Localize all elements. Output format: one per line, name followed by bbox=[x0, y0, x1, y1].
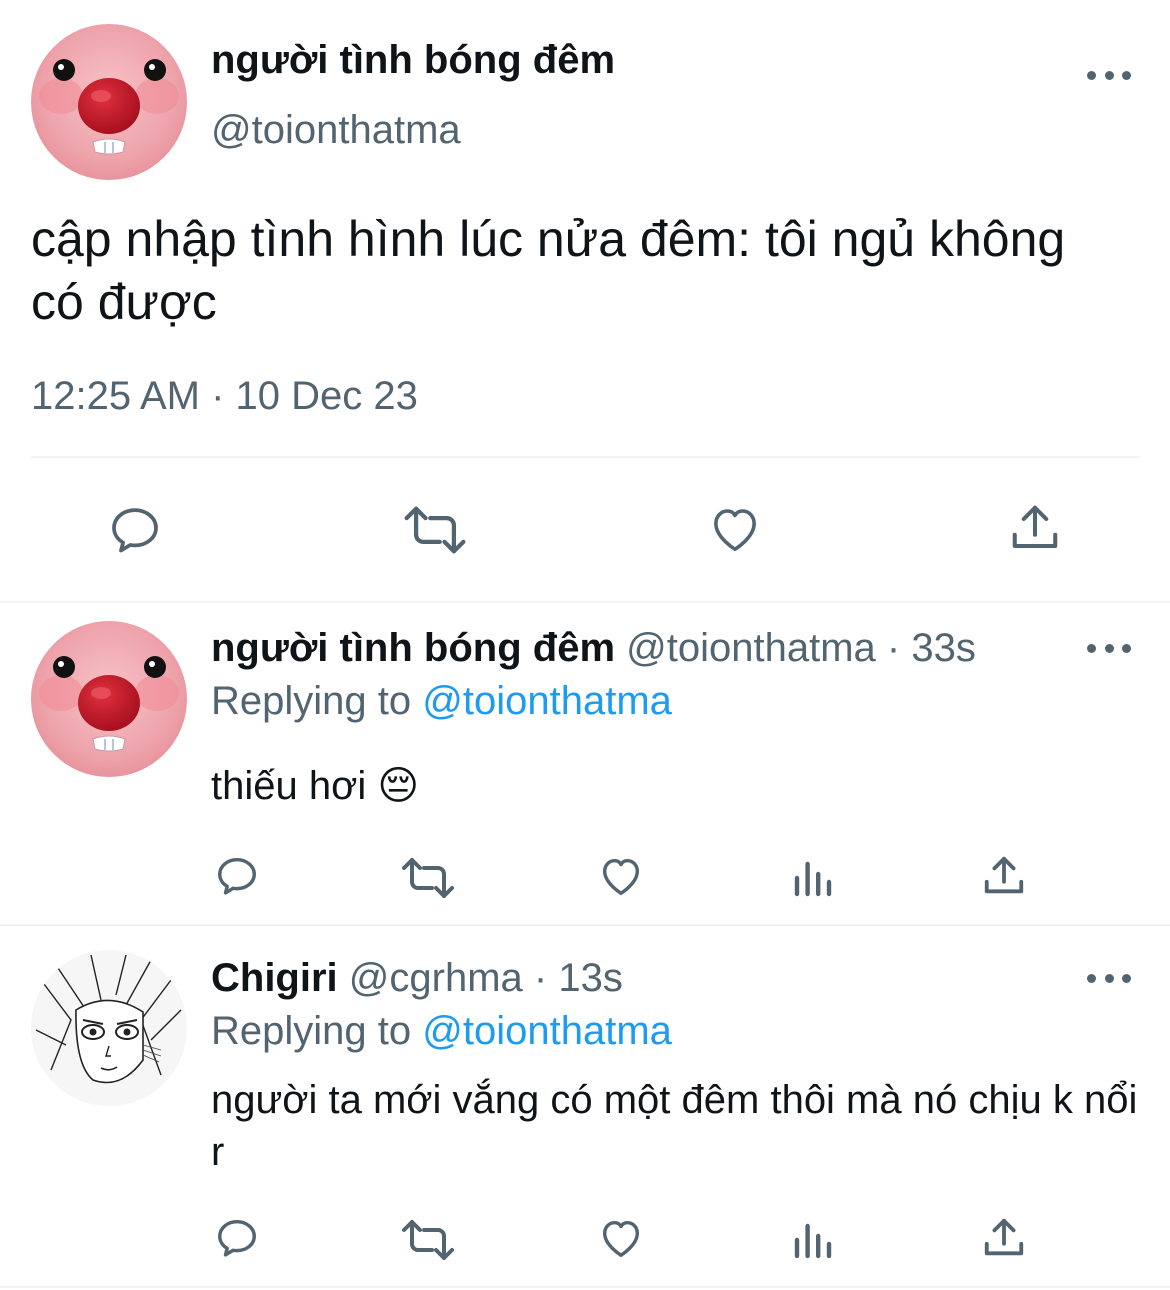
display-name[interactable]: Chigiri bbox=[211, 956, 338, 1000]
display-name[interactable]: người tình bóng đêm bbox=[211, 38, 615, 83]
replying-to-label: Replying to bbox=[211, 1009, 412, 1053]
more-icon[interactable] bbox=[1087, 68, 1131, 82]
replying-to: Replying to @toionthatma bbox=[211, 1009, 672, 1054]
tweet-age[interactable]: 13s bbox=[558, 956, 623, 1000]
display-name[interactable]: người tình bóng đêm bbox=[211, 626, 615, 670]
pink-plush-avatar-image bbox=[31, 24, 187, 180]
replying-to-handle[interactable]: @toionthatma bbox=[422, 679, 672, 723]
analytics-icon[interactable] bbox=[793, 858, 833, 898]
tweet-text: cập nhập tình hình lúc nửa đêm: tôi ngủ … bbox=[31, 211, 1066, 330]
replying-to-handle[interactable]: @toionthatma bbox=[422, 1009, 672, 1053]
retweet-icon[interactable] bbox=[400, 504, 470, 556]
share-icon[interactable] bbox=[981, 1215, 1027, 1261]
reply-icon[interactable] bbox=[213, 1215, 261, 1261]
user-handle[interactable]: @cgrhma bbox=[349, 956, 523, 1000]
tweet-age[interactable]: 33s bbox=[911, 626, 976, 670]
more-icon[interactable] bbox=[1087, 971, 1131, 985]
retweet-icon[interactable] bbox=[398, 1218, 458, 1262]
separator-dot: · bbox=[886, 626, 901, 670]
reply-text: thiếu hơi 😔 bbox=[211, 764, 420, 808]
pink-plush-avatar-image bbox=[31, 621, 187, 777]
manga-character-avatar-image bbox=[31, 950, 187, 1106]
avatar[interactable] bbox=[31, 621, 187, 777]
like-icon[interactable] bbox=[706, 502, 764, 556]
reply-header: người tình bóng đêm @toionthatma · 33s bbox=[211, 626, 976, 671]
more-icon[interactable] bbox=[1087, 641, 1131, 655]
reply-icon[interactable] bbox=[106, 502, 164, 558]
separator-dot: · bbox=[533, 956, 548, 1000]
tweet-timestamp[interactable]: 12:25 AM · 10 Dec 23 bbox=[31, 374, 418, 419]
divider bbox=[0, 1286, 1170, 1288]
analytics-icon[interactable] bbox=[793, 1220, 833, 1260]
user-handle[interactable]: @toionthatma bbox=[211, 108, 461, 153]
retweet-icon[interactable] bbox=[398, 856, 458, 900]
avatar[interactable] bbox=[31, 950, 187, 1106]
like-icon[interactable] bbox=[597, 1215, 645, 1261]
replying-to-label: Replying to bbox=[211, 679, 412, 723]
reply-header: Chigiri @cgrhma · 13s bbox=[211, 956, 623, 1001]
user-handle[interactable]: @toionthatma bbox=[626, 626, 876, 670]
replying-to: Replying to @toionthatma bbox=[211, 679, 672, 724]
like-icon[interactable] bbox=[597, 853, 645, 899]
reply-text: người ta mới vắng có một đêm thôi mà nó … bbox=[211, 1078, 1138, 1174]
avatar[interactable] bbox=[31, 24, 187, 180]
divider bbox=[31, 456, 1140, 458]
reply-icon[interactable] bbox=[213, 853, 261, 899]
divider bbox=[0, 601, 1170, 603]
divider bbox=[0, 924, 1170, 926]
share-icon[interactable] bbox=[1008, 500, 1062, 556]
share-icon[interactable] bbox=[981, 853, 1027, 899]
